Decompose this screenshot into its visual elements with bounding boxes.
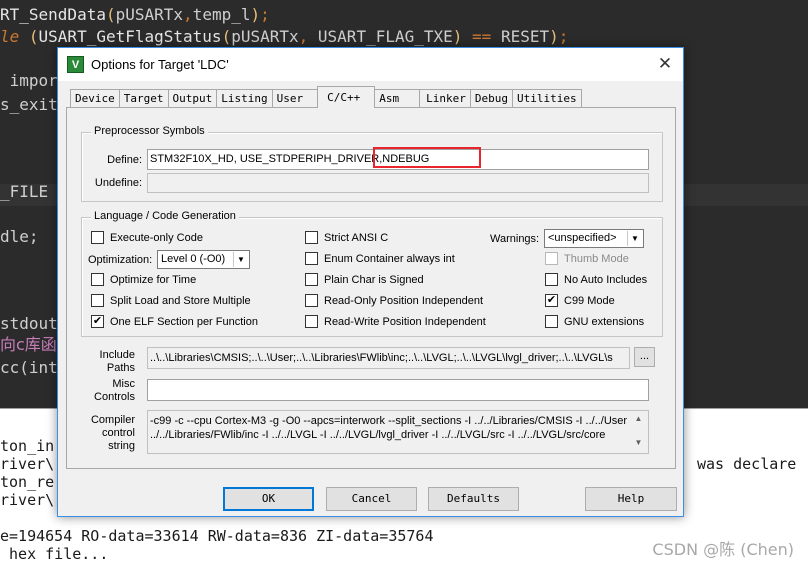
checkbox-box xyxy=(305,252,318,265)
include-paths-browse-button[interactable]: ... xyxy=(634,347,655,367)
checkbox-box xyxy=(545,273,558,286)
checkmark-icon: ✔ xyxy=(545,294,558,307)
dialog-titlebar[interactable]: V Options for Target 'LDC' ✕ xyxy=(58,48,683,81)
code-line-6: dle; xyxy=(0,227,39,246)
tab-debug[interactable]: Debug xyxy=(469,89,513,107)
optimize-for-time-checkbox[interactable]: Optimize for Time xyxy=(91,273,196,286)
watermark: CSDN @陈 (Chen) xyxy=(652,540,794,559)
include-paths-label: Include Paths xyxy=(99,349,135,374)
highlight-box xyxy=(373,147,481,168)
code-line-9: cc(int xyxy=(0,358,58,377)
checkbox-box xyxy=(305,273,318,286)
scroll-down-icon[interactable]: ▼ xyxy=(630,436,647,450)
compiler-control-scrollbar[interactable]: ▲ ▼ xyxy=(630,412,647,452)
code-line-3: impor xyxy=(0,71,58,90)
preprocessor-group: Preprocessor Symbols Define: STM32F10X_H… xyxy=(81,125,663,202)
tab-listing[interactable]: Listing xyxy=(216,89,273,107)
compiler-control-string[interactable]: -c99 -c --cpu Cortex-M3 -g -O0 --apcs=in… xyxy=(147,410,649,454)
checkbox-box xyxy=(305,315,318,328)
checkbox-box xyxy=(305,294,318,307)
close-icon[interactable]: ✕ xyxy=(655,54,675,74)
checkmark-icon: ✔ xyxy=(91,315,104,328)
tab-user[interactable]: User xyxy=(271,89,319,107)
tab-output[interactable]: Output xyxy=(167,89,218,107)
chevron-down-icon: ▼ xyxy=(233,252,248,267)
output-line-4: river\ xyxy=(0,491,55,509)
code-line-4: s_exit xyxy=(0,95,58,114)
compiler-control-line-2: ../../Libraries/FWlib/inc -I ../../LVGL … xyxy=(150,429,606,441)
dialog-title: Options for Target 'LDC' xyxy=(91,57,229,72)
chevron-down-icon: ▼ xyxy=(627,231,642,246)
tab-linker[interactable]: Linker xyxy=(419,89,471,107)
include-paths-field[interactable]: ..\..\Libraries\CMSIS;..\..\User;..\..\L… xyxy=(147,347,630,369)
optimization-label: Optimization: xyxy=(88,254,153,266)
code-line-2: le (USART_GetFlagStatus(pUSARTx, USART_F… xyxy=(0,27,569,46)
output-line-1: ton_in xyxy=(0,437,55,455)
checkbox-box xyxy=(545,252,558,265)
code-line-7: stdout xyxy=(0,314,58,333)
preprocessor-group-label: Preprocessor Symbols xyxy=(91,125,208,137)
checkbox-box xyxy=(545,315,558,328)
ok-button[interactable]: OK xyxy=(223,487,314,511)
plain-char-signed-checkbox[interactable]: Plain Char is Signed xyxy=(305,273,424,286)
c-cpp-tab-page: Preprocessor Symbols Define: STM32F10X_H… xyxy=(66,107,676,469)
define-label: Define: xyxy=(107,154,142,166)
output-line-6: hex file... xyxy=(0,545,109,563)
cancel-button[interactable]: Cancel xyxy=(326,487,417,511)
output-line-3: ton_re xyxy=(0,473,55,491)
execute-only-code-checkbox[interactable]: Execute-only Code xyxy=(91,231,203,244)
rw-position-independent-checkbox[interactable]: Read-Write Position Independent xyxy=(305,315,486,328)
checkbox-box xyxy=(91,294,104,307)
optimization-select[interactable]: Level 0 (-O0) ▼ xyxy=(157,250,250,269)
no-auto-includes-checkbox[interactable]: No Auto Includes xyxy=(545,273,647,286)
output-right-text: was declare xyxy=(697,455,797,473)
tab-asm[interactable]: Asm xyxy=(374,89,421,107)
code-line-1: RT_SendData(pUSARTx,temp_l); xyxy=(0,5,270,24)
enum-container-checkbox[interactable]: Enum Container always int xyxy=(305,252,455,265)
split-load-store-checkbox[interactable]: Split Load and Store Multiple xyxy=(91,294,251,307)
thumb-mode-checkbox: Thumb Mode xyxy=(545,252,629,265)
keil-app-icon: V xyxy=(67,56,84,73)
tab-c-cpp[interactable]: C/C++ xyxy=(317,86,376,108)
scroll-up-icon[interactable]: ▲ xyxy=(630,412,647,426)
misc-controls-field[interactable] xyxy=(147,379,649,401)
options-dialog: V Options for Target 'LDC' ✕ Device Targ… xyxy=(57,47,684,517)
output-line-5: e=194654 RO-data=33614 RW-data=836 ZI-da… xyxy=(0,527,434,545)
output-line-2: river\ xyxy=(0,455,55,473)
code-line-5: _FILE xyxy=(0,182,49,201)
ro-position-independent-checkbox[interactable]: Read-Only Position Independent xyxy=(305,294,483,307)
checkbox-box xyxy=(305,231,318,244)
help-button[interactable]: Help xyxy=(585,487,677,511)
strict-ansi-c-checkbox[interactable]: Strict ANSI C xyxy=(305,231,388,244)
compiler-control-line-1: -c99 -c --cpu Cortex-M3 -g -O0 --apcs=in… xyxy=(150,415,637,427)
warnings-select[interactable]: <unspecified> ▼ xyxy=(544,229,644,248)
misc-controls-label: Misc Controls xyxy=(94,378,135,403)
language-codegen-group: Language / Code Generation Execute-only … xyxy=(81,210,663,337)
compiler-control-label: Compiler control string xyxy=(90,414,135,452)
one-elf-section-checkbox[interactable]: ✔ One ELF Section per Function xyxy=(91,315,258,328)
tab-target[interactable]: Target xyxy=(118,89,169,107)
code-line-8: 向c库函 xyxy=(0,335,57,354)
tab-utilities[interactable]: Utilities xyxy=(511,89,582,107)
gnu-extensions-checkbox[interactable]: GNU extensions xyxy=(545,315,644,328)
defaults-button[interactable]: Defaults xyxy=(428,487,519,511)
checkbox-box xyxy=(91,231,104,244)
tab-bar: Device Target Output Listing User C/C++ … xyxy=(70,86,582,108)
undefine-field[interactable] xyxy=(147,173,649,193)
language-group-label: Language / Code Generation xyxy=(91,210,239,222)
warnings-label: Warnings: xyxy=(490,233,540,245)
checkbox-box xyxy=(91,273,104,286)
undefine-label: Undefine: xyxy=(94,177,142,189)
tab-device[interactable]: Device xyxy=(70,89,120,107)
c99-mode-checkbox[interactable]: ✔ C99 Mode xyxy=(545,294,615,307)
